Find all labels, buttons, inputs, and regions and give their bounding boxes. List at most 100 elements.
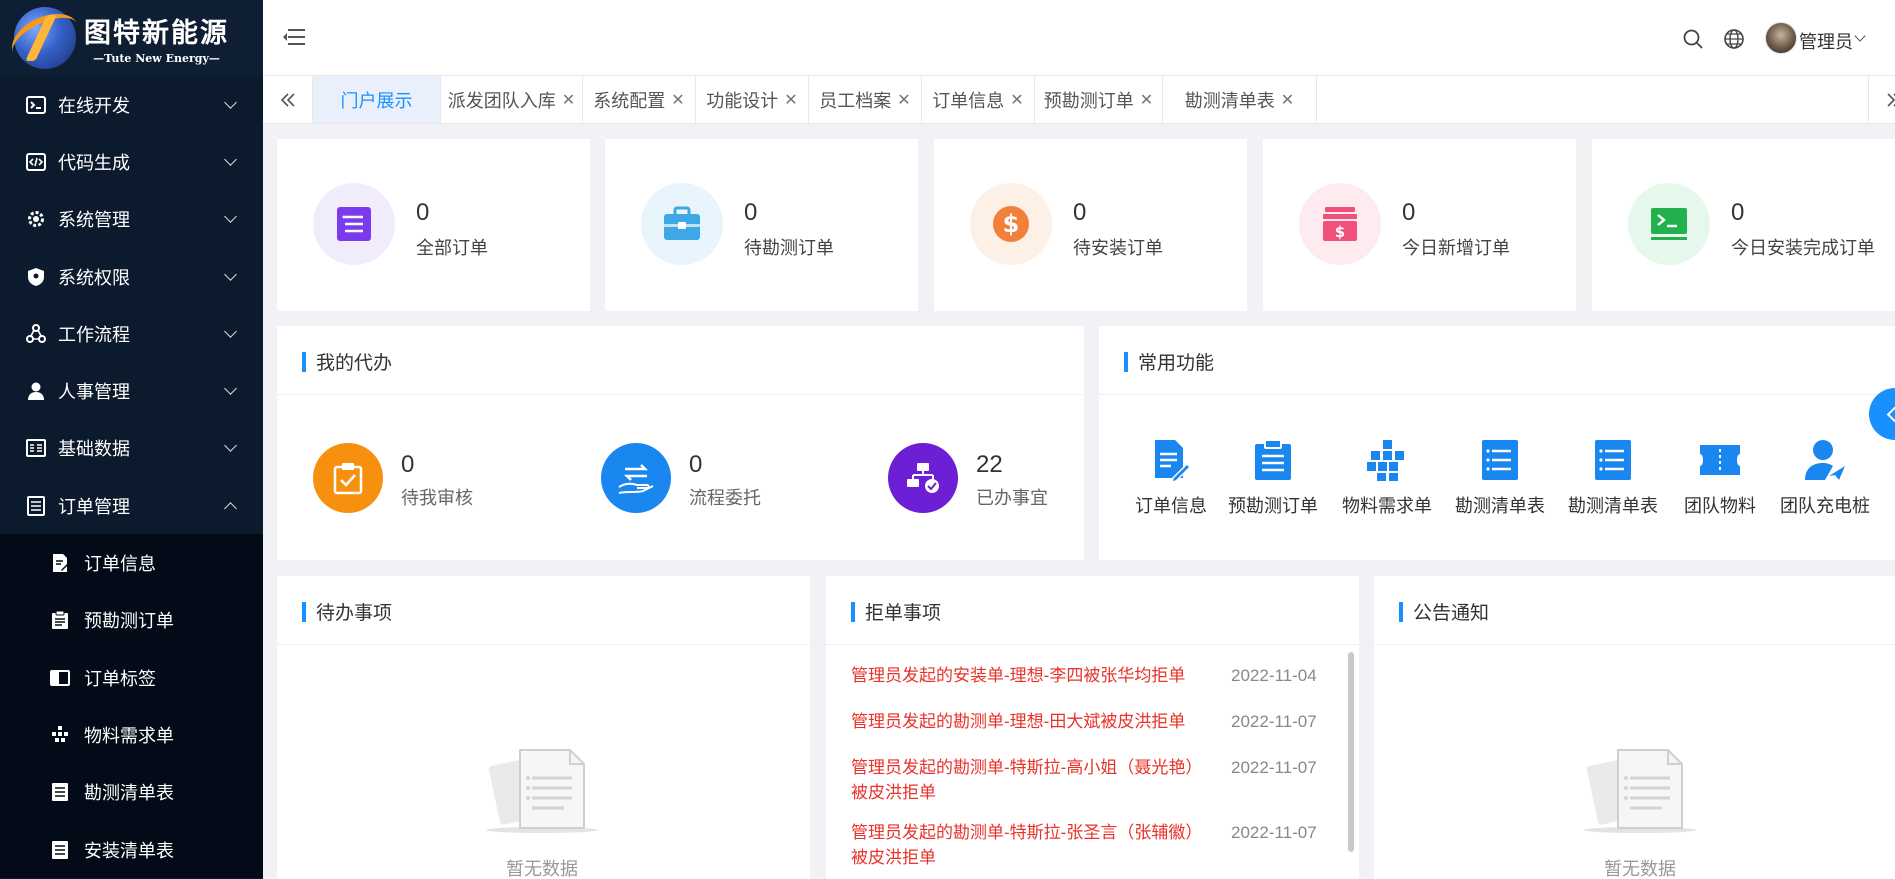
- sidebar-item-system-mgmt[interactable]: 系统管理: [0, 191, 263, 248]
- chevron-down-icon: [224, 95, 237, 109]
- money-box-icon: $: [1299, 183, 1381, 265]
- scrollbar[interactable]: [1348, 652, 1354, 852]
- sidebar-item-label: 系统管理: [58, 210, 130, 231]
- tab-label: 系统配置: [593, 90, 666, 111]
- tab-survey-list[interactable]: 勘测清单表 ✕: [1163, 76, 1317, 123]
- sidebar-item-code-gen[interactable]: 代码生成: [0, 133, 263, 190]
- close-icon[interactable]: ✕: [671, 90, 684, 110]
- stat-card-today-installed[interactable]: 0 今日安装完成订单: [1592, 139, 1895, 311]
- sidebar-item-workflow[interactable]: 工作流程: [0, 305, 263, 362]
- tab-label: 预勘测订单: [1043, 90, 1134, 111]
- empty-document-icon: [1584, 749, 1696, 833]
- list-item[interactable]: 管理员发起的勘测单-特斯拉-张圣言（张辅徽）被皮洪拒单 2022-11-07: [851, 820, 1331, 870]
- todo-value: 0: [689, 451, 703, 478]
- func-team-charger[interactable]: 团队充电桩: [1775, 438, 1875, 548]
- stat-card-pending-install[interactable]: $ 0 待安装订单: [934, 139, 1247, 311]
- rejected-panel: 拒单事项 管理员发起的安装单-理想-李四被张华均拒单 2022-11-04 管理…: [826, 576, 1359, 879]
- clipboard-icon: [1251, 438, 1295, 482]
- sidebar-item-order-mgmt[interactable]: 订单管理: [0, 477, 263, 534]
- panel-title: 常用功能: [1124, 348, 1214, 375]
- sidebar-item-hr[interactable]: 人事管理: [0, 362, 263, 419]
- sidebar-item-label: 订单管理: [58, 496, 130, 517]
- todo-label: 待我审核: [401, 488, 473, 508]
- stat-label: 待勘测订单: [744, 238, 834, 258]
- user-name[interactable]: 管理员: [1799, 28, 1853, 54]
- func-label: 预勘测订单: [1228, 496, 1318, 516]
- code-icon: [26, 152, 46, 172]
- close-icon[interactable]: ✕: [562, 90, 575, 110]
- func-survey-list-2[interactable]: 勘测清单表: [1563, 438, 1663, 548]
- submenu-item-pre-survey[interactable]: 预勘测订单: [0, 592, 263, 649]
- empty-text: 暂无数据: [1604, 859, 1676, 879]
- todo-label: 流程委托: [689, 488, 761, 508]
- chevron-down-icon[interactable]: [1854, 30, 1866, 42]
- common-functions-panel: 常用功能 订单信息 预勘测订单 物料需求单 勘测清单表 勘测清单表 团队物料 团…: [1099, 326, 1895, 560]
- tab-system-config[interactable]: 系统配置 ✕: [583, 76, 696, 123]
- reject-date: 2022-11-07: [1231, 823, 1317, 842]
- func-pre-survey[interactable]: 预勘测订单: [1223, 438, 1323, 548]
- avatar[interactable]: [1765, 22, 1797, 54]
- empty-state: 暂无数据: [482, 742, 602, 879]
- flow-check-icon[interactable]: [888, 443, 958, 513]
- func-label: 物料需求单: [1342, 496, 1432, 516]
- list-item[interactable]: 管理员发起的勘测单-理想-田大斌被皮洪拒单 2022-11-07: [851, 709, 1331, 734]
- stat-card-pending-survey[interactable]: 0 待勘测订单: [605, 139, 918, 311]
- logo-title: 图特新能源: [84, 18, 229, 49]
- tab-employee-files[interactable]: 员工档案 ✕: [809, 76, 922, 123]
- tab-label: 员工档案: [819, 90, 892, 111]
- order-submenu: 订单信息 预勘测订单 订单标签 物料需求单 勘测清单表 安装清单表: [0, 534, 263, 879]
- chevron-down-icon: [224, 324, 237, 338]
- submenu-item-order-tag[interactable]: 订单标签: [0, 649, 263, 706]
- func-order-info[interactable]: 订单信息: [1121, 438, 1221, 548]
- chevron-up-icon: [224, 501, 237, 515]
- tab-scroll-left-icon[interactable]: [263, 76, 313, 123]
- panel-title: 公告通知: [1399, 598, 1489, 625]
- tab-bar: 门户展示 派发团队入库 ✕ 系统配置 ✕ 功能设计 ✕ 员工档案 ✕ 订单信息 ✕ 预勘测…: [263, 76, 1895, 124]
- close-icon[interactable]: ✕: [784, 90, 797, 110]
- list-item[interactable]: 管理员发起的安装单-理想-李四被张华均拒单 2022-11-04: [851, 663, 1331, 688]
- clipboard-icon: [50, 610, 70, 630]
- submenu-item-install-list[interactable]: 安装清单表: [0, 821, 263, 878]
- top-header: 管理员: [263, 0, 1895, 76]
- sidebar-item-basic-data[interactable]: 基础数据: [0, 420, 263, 477]
- submenu-item-survey-list[interactable]: 勘测清单表: [0, 764, 263, 821]
- reject-text: 管理员发起的勘测单-理想-田大斌被皮洪拒单: [851, 712, 1186, 731]
- menu-toggle-icon[interactable]: [283, 28, 305, 46]
- sidebar: 图特新能源 —Tute New Energy— 在线开发 代码生成 系统管理 系…: [0, 0, 263, 879]
- close-icon[interactable]: ✕: [1010, 90, 1023, 110]
- search-icon[interactable]: [1682, 28, 1704, 50]
- clipboard-check-icon[interactable]: [313, 443, 383, 513]
- submenu-item-order-info[interactable]: 订单信息: [0, 534, 263, 591]
- transfer-hand-icon[interactable]: [601, 443, 671, 513]
- tag-icon: [50, 668, 70, 688]
- func-label: 勘测清单表: [1568, 496, 1658, 516]
- notice-panel: 公告通知 暂无数据: [1374, 576, 1895, 879]
- sidebar-item-permissions[interactable]: 系统权限: [0, 248, 263, 305]
- list-icon: [50, 782, 70, 802]
- submenu-item-material[interactable]: 物料需求单: [0, 706, 263, 763]
- close-icon[interactable]: ✕: [897, 90, 910, 110]
- person-icon: [26, 381, 46, 401]
- tab-dispatch-team[interactable]: 派发团队入库 ✕: [441, 76, 583, 123]
- stat-value: 0: [416, 199, 430, 226]
- stat-card-all-orders[interactable]: 0 全部订单: [277, 139, 590, 311]
- close-icon[interactable]: ✕: [1281, 90, 1294, 110]
- empty-text: 暂无数据: [506, 859, 578, 879]
- func-team-material[interactable]: 团队物料: [1670, 438, 1770, 548]
- logo-subtitle: —Tute New Energy—: [93, 52, 220, 65]
- stat-card-today-new[interactable]: $ 0 今日新增订单: [1263, 139, 1576, 311]
- close-icon[interactable]: ✕: [1140, 90, 1153, 110]
- func-material[interactable]: 物料需求单: [1337, 438, 1437, 548]
- tab-scroll-right-icon[interactable]: [1868, 76, 1895, 123]
- tab-function-design[interactable]: 功能设计 ✕: [696, 76, 809, 123]
- sidebar-item-label: 系统权限: [58, 267, 130, 288]
- func-survey-list[interactable]: 勘测清单表: [1450, 438, 1550, 548]
- sidebar-item-label: 代码生成: [58, 152, 130, 173]
- list-item[interactable]: 管理员发起的勘测单-特斯拉-高小姐（聂光艳）被皮洪拒单 2022-11-07: [851, 755, 1331, 805]
- tab-order-info[interactable]: 订单信息 ✕: [922, 76, 1035, 123]
- globe-icon[interactable]: [1723, 28, 1745, 50]
- submenu-item-label: 物料需求单: [84, 725, 174, 746]
- sidebar-item-online-dev[interactable]: 在线开发: [0, 76, 263, 133]
- tab-pre-survey[interactable]: 预勘测订单 ✕: [1035, 76, 1163, 123]
- tab-portal[interactable]: 门户展示: [313, 76, 441, 123]
